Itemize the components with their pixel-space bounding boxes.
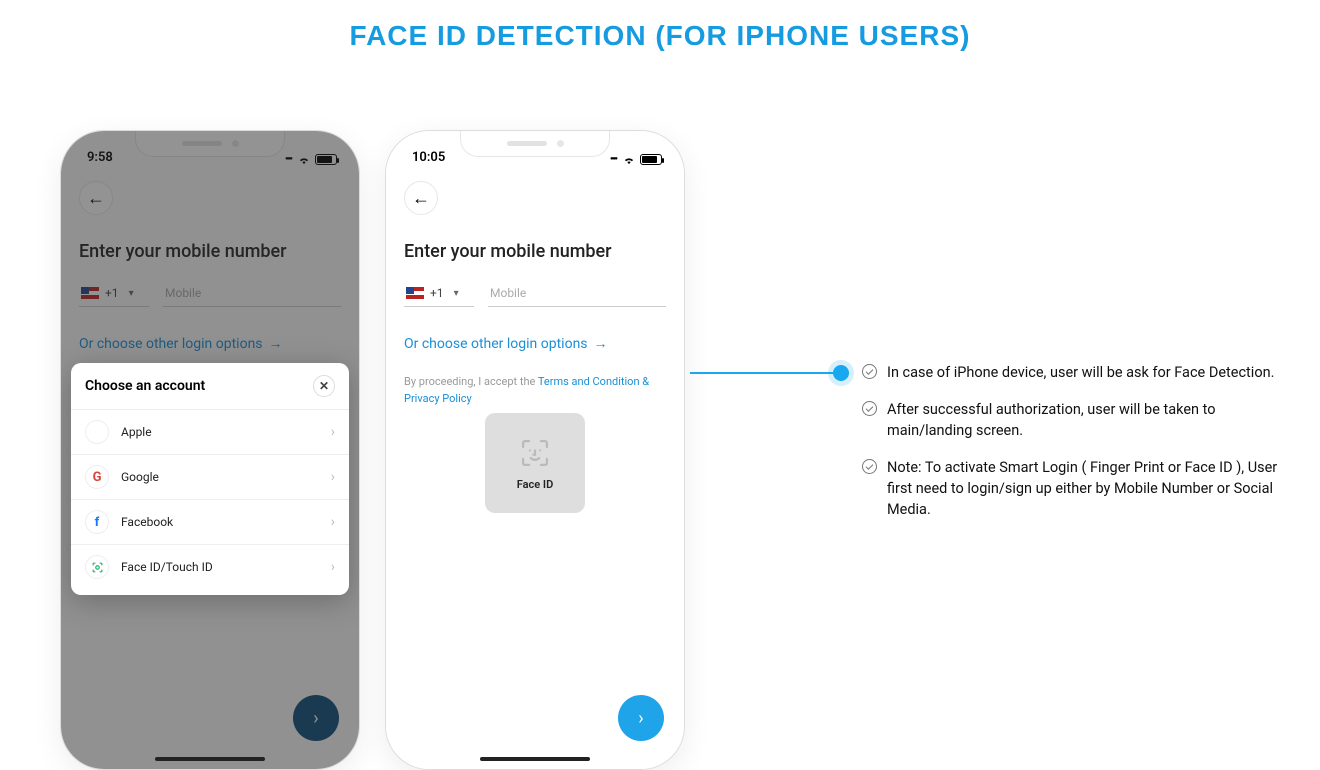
chevron-right-icon: › — [331, 424, 335, 440]
faceid-label: Face ID — [517, 478, 554, 491]
faceid-icon — [518, 436, 552, 470]
back-button[interactable]: ← — [404, 181, 438, 215]
callout-text: Note: To activate Smart Login ( Finger P… — [887, 457, 1282, 520]
chevron-right-icon: › — [331, 514, 335, 530]
option-label: Google — [121, 470, 159, 484]
battery-icon — [640, 154, 662, 165]
home-indicator — [155, 757, 265, 761]
cellular-icon: •••• — [610, 154, 616, 165]
sheet-title: Choose an account — [85, 378, 205, 394]
faceid-icon — [85, 555, 109, 579]
phone-mockup-faceid: 10:05 •••• ← Enter your mobile number +1… — [385, 130, 685, 770]
home-indicator — [480, 757, 590, 761]
account-option-faceid[interactable]: Face ID/Touch ID › — [71, 544, 349, 589]
check-icon — [862, 401, 877, 416]
account-option-facebook[interactable]: f Facebook › — [71, 499, 349, 544]
callout-item: After successful authorization, user wil… — [862, 399, 1282, 441]
option-label: Apple — [121, 425, 152, 439]
arrow-right-icon: → — [594, 335, 608, 352]
choose-account-sheet: Choose an account ✕ Apple › GGoogle › fF… — [71, 363, 349, 595]
chevron-down-icon: ▾ — [454, 288, 459, 299]
apple-icon — [85, 420, 109, 444]
screen-heading: Enter your mobile number — [404, 241, 666, 262]
close-button[interactable]: ✕ — [313, 375, 335, 397]
callout-dot — [833, 365, 849, 381]
wifi-icon — [622, 155, 636, 165]
chevron-right-icon: › — [638, 708, 643, 729]
other-login-label: Or choose other login options — [404, 336, 588, 352]
callout-connector — [690, 372, 835, 374]
next-button[interactable]: › — [618, 695, 664, 741]
account-option-apple[interactable]: Apple › — [71, 409, 349, 454]
phone-mockup-accounts: 9:58 •••• ← Enter your mobile number +1 … — [60, 130, 360, 770]
other-login-link[interactable]: Or choose other login options → — [404, 335, 666, 352]
status-time: 10:05 — [412, 150, 445, 165]
terms-text: By proceeding, I accept the Terms and Co… — [404, 374, 666, 407]
faceid-prompt[interactable]: Face ID — [485, 413, 585, 513]
account-option-google[interactable]: G Google › — [71, 454, 349, 499]
country-code-select[interactable]: +1 ▾ — [404, 286, 474, 307]
chevron-right-icon: › — [331, 559, 335, 575]
option-label: Facebook — [121, 515, 173, 529]
mobile-input[interactable]: Mobile — [488, 286, 666, 307]
callout-text: In case of iPhone device, user will be a… — [887, 362, 1274, 383]
phone-notch — [460, 131, 610, 157]
chevron-right-icon: › — [331, 469, 335, 485]
check-icon — [862, 459, 877, 474]
callout-text: After successful authorization, user wil… — [887, 399, 1282, 441]
option-label: Face ID/Touch ID — [121, 560, 213, 574]
us-flag-icon — [406, 287, 424, 299]
callout-item: Note: To activate Smart Login ( Finger P… — [862, 457, 1282, 520]
callout-list: In case of iPhone device, user will be a… — [862, 362, 1282, 536]
check-icon — [862, 364, 877, 379]
country-code-value: +1 — [430, 286, 444, 300]
google-icon: G — [85, 465, 109, 489]
facebook-icon: f — [85, 510, 109, 534]
page-title: FACE ID DETECTION (FOR IPHONE USERS) — [0, 0, 1320, 62]
callout-item: In case of iPhone device, user will be a… — [862, 362, 1282, 383]
